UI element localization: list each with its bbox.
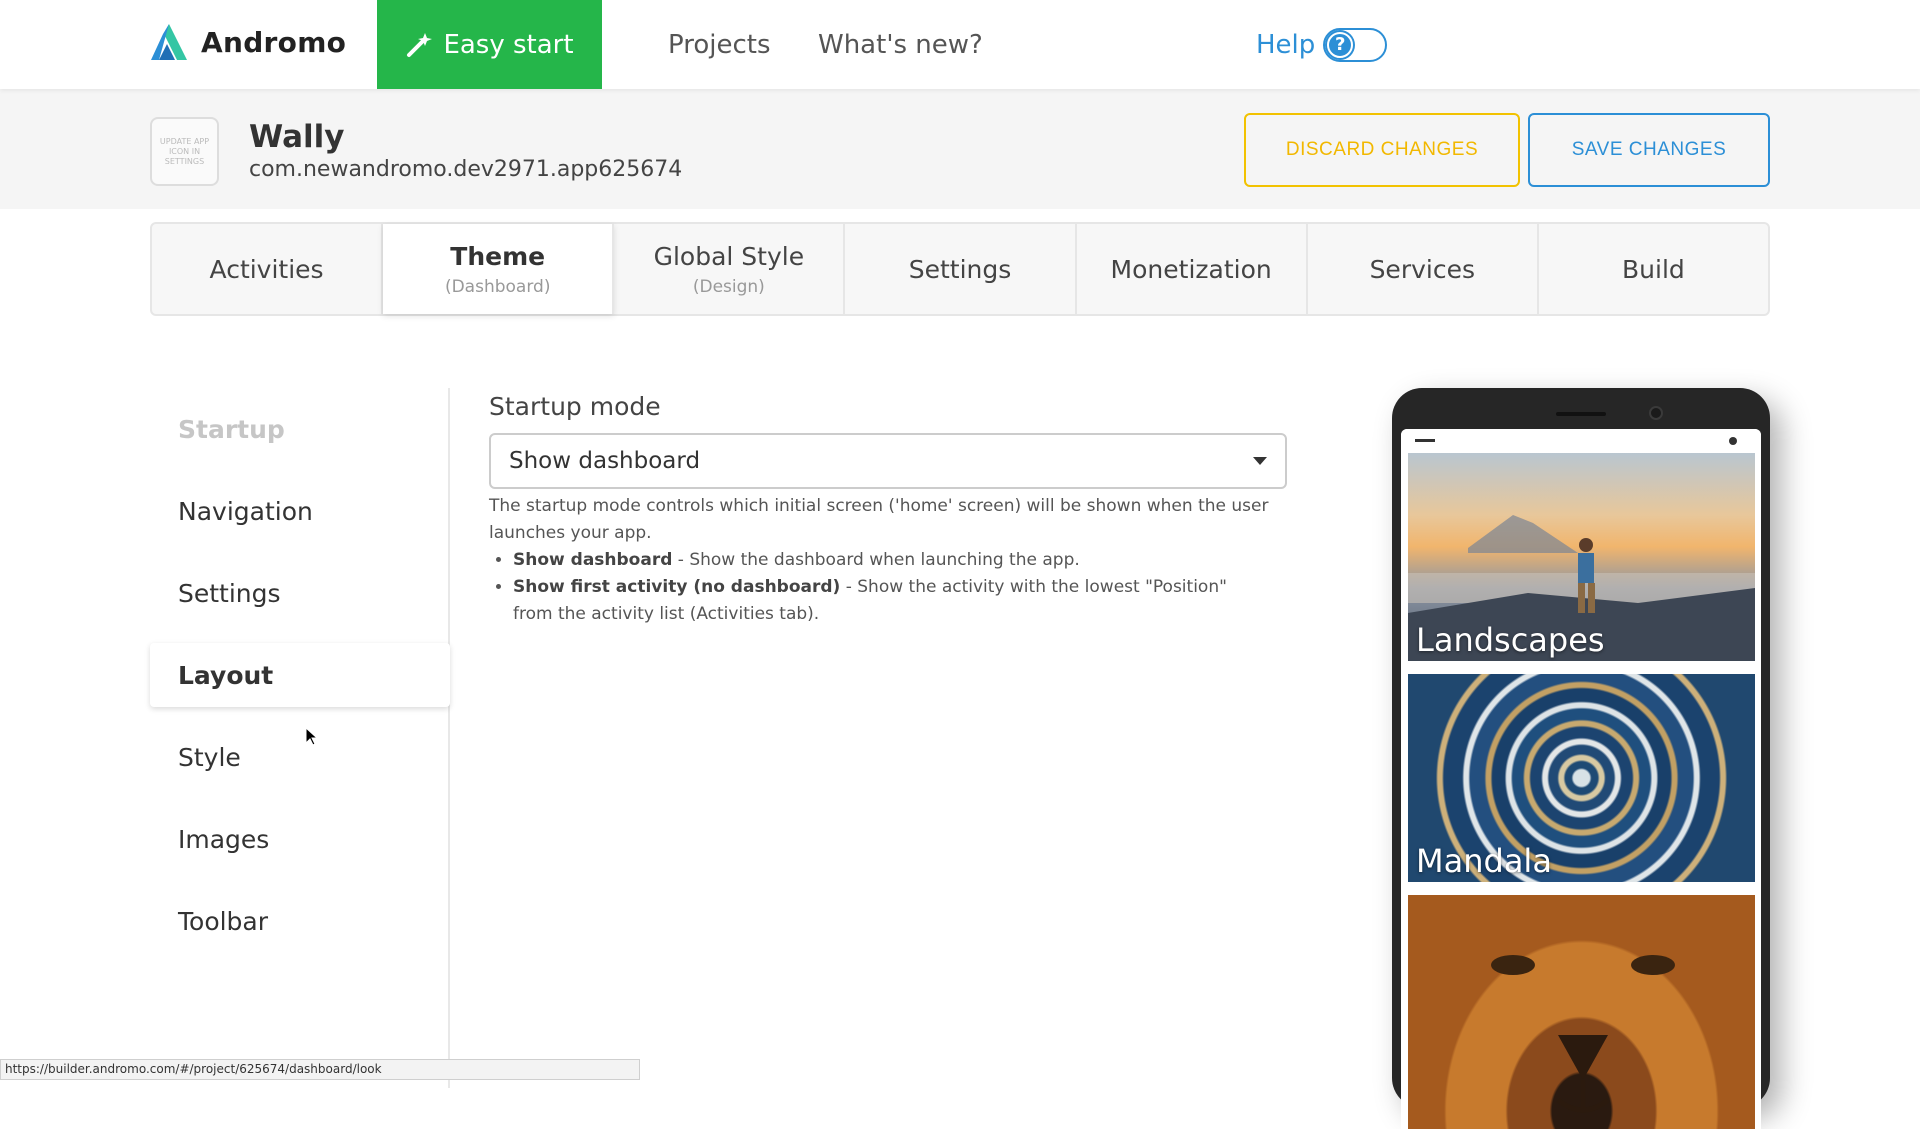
tile-label: Landscapes xyxy=(1416,621,1605,659)
bullet-term: Show dashboard xyxy=(513,550,673,570)
help-bullet: Show dashboard - Show the dashboard when… xyxy=(513,547,1269,574)
easy-start-button[interactable]: Easy start xyxy=(377,0,602,89)
dashboard-tile-mandala: Mandala xyxy=(1408,674,1755,882)
startup-settings-panel: Startup mode Show dashboard The startup … xyxy=(489,392,1289,628)
mouse-cursor-icon xyxy=(305,727,319,746)
hamburger-menu-icon xyxy=(1415,439,1435,442)
bullet-text: - Show the dashboard when launching the … xyxy=(672,550,1080,570)
easy-start-label: Easy start xyxy=(443,29,574,60)
project-name: Wally xyxy=(249,119,345,155)
top-navigation: Andromo Easy start Projects What's new? … xyxy=(0,0,1920,89)
help-toggle-group[interactable]: Help ? xyxy=(1256,0,1388,89)
tab-activities[interactable]: Activities xyxy=(152,224,384,314)
sidebar-item-layout[interactable]: Layout xyxy=(150,643,450,707)
save-changes-button[interactable]: SAVE CHANGES xyxy=(1528,113,1770,187)
dashboard-tile-lion xyxy=(1408,895,1755,1129)
tab-sublabel: (Design) xyxy=(692,276,765,297)
overflow-menu-icon xyxy=(1729,437,1737,445)
project-header: UPDATE APP ICON IN SETTINGS Wally com.ne… xyxy=(0,89,1920,209)
tab-theme[interactable]: Theme (Dashboard) xyxy=(383,224,615,314)
caret-down-icon xyxy=(1253,457,1267,465)
tile-label: Mandala xyxy=(1416,842,1552,880)
startup-mode-select[interactable]: Show dashboard xyxy=(489,433,1287,489)
theme-sidebar: Startup Navigation Settings Layout Style… xyxy=(150,388,450,1088)
help-intro: The startup mode controls which initial … xyxy=(489,496,1269,543)
tab-services[interactable]: Services xyxy=(1308,224,1539,314)
tab-settings[interactable]: Settings xyxy=(845,224,1077,314)
tab-label: Settings xyxy=(908,254,1012,284)
phone-screen: Landscapes Mandala xyxy=(1401,429,1761,1129)
phone-preview: Landscapes Mandala xyxy=(1392,388,1770,1129)
sidebar-item-navigation[interactable]: Navigation xyxy=(150,470,448,552)
lion-image xyxy=(1491,955,1675,1113)
sidebar-item-settings[interactable]: Settings xyxy=(150,552,448,634)
nav-projects[interactable]: Projects xyxy=(668,0,771,89)
bullet-term: Show first activity (no dashboard) xyxy=(513,577,841,597)
andromo-logo-icon xyxy=(151,24,187,60)
tab-label: Global Style xyxy=(653,241,805,271)
discard-changes-button[interactable]: DISCARD CHANGES xyxy=(1244,113,1520,187)
sidebar-item-style[interactable]: Style xyxy=(150,716,448,798)
sidebar-item-images[interactable]: Images xyxy=(150,798,448,880)
phone-speaker xyxy=(1556,412,1606,416)
magic-wand-icon xyxy=(407,32,433,57)
tab-build[interactable]: Build xyxy=(1539,224,1768,314)
startup-mode-label: Startup mode xyxy=(489,392,661,421)
section-tabs: Activities Theme (Dashboard) Global Styl… xyxy=(150,222,1770,316)
sidebar-item-toolbar[interactable]: Toolbar xyxy=(150,880,448,962)
tab-label: Monetization xyxy=(1110,254,1272,284)
project-package-id: com.newandromo.dev2971.app625674 xyxy=(249,157,683,182)
startup-mode-help: The startup mode controls which initial … xyxy=(489,493,1269,628)
startup-mode-value: Show dashboard xyxy=(509,448,701,474)
help-toggle-switch[interactable]: ? xyxy=(1323,27,1388,62)
tab-label: Services xyxy=(1369,254,1475,284)
tab-global-style[interactable]: Global Style (Design) xyxy=(614,224,846,314)
tab-label: Build xyxy=(1622,254,1685,284)
browser-status-url: https://builder.andromo.com/#/project/62… xyxy=(0,1059,640,1080)
nav-whats-new[interactable]: What's new? xyxy=(818,0,983,89)
sidebar-item-startup[interactable]: Startup xyxy=(150,388,448,470)
dashboard-tile-landscapes: Landscapes xyxy=(1408,453,1755,661)
preview-app-bar xyxy=(1401,429,1761,453)
help-bullet: Show first activity (no dashboard) - Sho… xyxy=(513,574,1269,628)
tab-label: Theme xyxy=(450,241,546,271)
brand-name: Andromo xyxy=(201,25,347,59)
tab-label: Activities xyxy=(209,254,324,284)
help-bullets: Show dashboard - Show the dashboard when… xyxy=(513,547,1269,628)
help-label: Help xyxy=(1256,29,1316,60)
tab-monetization[interactable]: Monetization xyxy=(1077,224,1308,314)
app-icon-placeholder[interactable]: UPDATE APP ICON IN SETTINGS xyxy=(150,117,219,186)
andromo-logo[interactable]: Andromo xyxy=(149,22,346,62)
tab-sublabel: (Dashboard) xyxy=(444,276,551,297)
phone-camera xyxy=(1649,406,1663,420)
question-mark-icon: ? xyxy=(1327,31,1354,58)
